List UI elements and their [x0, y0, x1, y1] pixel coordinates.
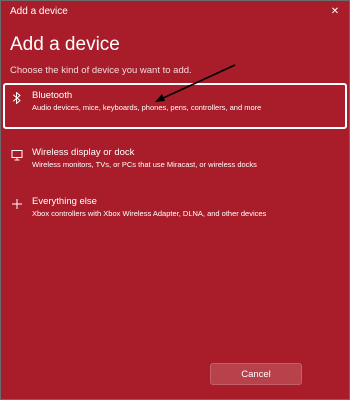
option-description: Xbox controllers with Xbox Wireless Adap…	[32, 209, 267, 218]
option-description: Wireless monitors, TVs, or PCs that use …	[32, 160, 257, 169]
window-title: Add a device	[10, 6, 68, 17]
bluetooth-icon	[11, 91, 23, 105]
page-title: Add a device	[10, 34, 120, 55]
plus-icon	[11, 197, 23, 211]
option-wireless-display[interactable]: Wireless display or dock Wireless monito…	[3, 140, 347, 186]
option-bluetooth[interactable]: Bluetooth Audio devices, mice, keyboards…	[3, 83, 347, 129]
close-icon[interactable]: ✕	[327, 4, 343, 20]
option-description: Audio devices, mice, keyboards, phones, …	[32, 103, 262, 112]
title-bar: Add a device ✕	[1, 1, 349, 23]
option-everything-else[interactable]: Everything else Xbox controllers with Xb…	[3, 189, 347, 235]
dialog-footer: Cancel	[1, 353, 349, 399]
cancel-button[interactable]: Cancel	[210, 363, 302, 385]
monitor-icon	[11, 148, 23, 162]
option-title: Everything else	[32, 196, 97, 207]
option-title: Wireless display or dock	[32, 147, 135, 158]
page-subtitle: Choose the kind of device you want to ad…	[10, 65, 192, 76]
add-device-dialog: Add a device ✕ Add a device Choose the k…	[0, 0, 350, 400]
option-title: Bluetooth	[32, 90, 73, 101]
